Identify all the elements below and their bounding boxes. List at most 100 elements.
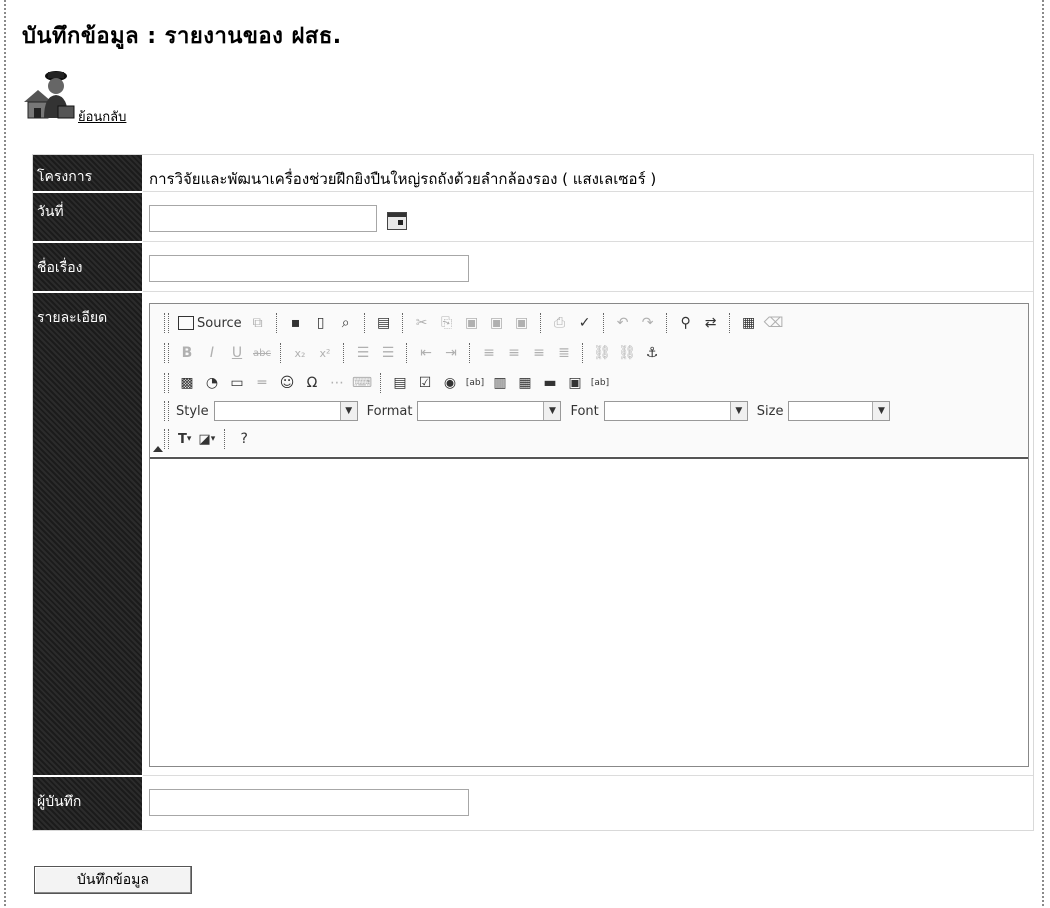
collapse-toolbar-icon[interactable] xyxy=(153,446,163,452)
superscript-icon[interactable]: x² xyxy=(314,342,336,364)
subject-label: ชื่อเรื่อง xyxy=(37,260,83,276)
hidden-field-icon[interactable]: [ab] xyxy=(589,372,611,394)
cut-icon[interactable]: ✂ xyxy=(411,312,433,334)
radio-icon[interactable]: ◉ xyxy=(439,372,461,394)
toolbar-grip xyxy=(164,429,169,449)
background-color-icon: ◪ xyxy=(198,431,211,447)
toolbar-grip xyxy=(164,313,169,333)
chevron-down-icon: ▼ xyxy=(872,402,890,420)
source-button[interactable]: Source xyxy=(176,312,244,334)
paste-icon[interactable]: ▣ xyxy=(461,312,483,334)
documents-icon[interactable]: ⧉ xyxy=(247,312,269,334)
toolbar-separator xyxy=(665,313,668,333)
copy-icon[interactable]: ⎘ xyxy=(436,312,458,334)
undo-icon[interactable]: ↶ xyxy=(612,312,634,334)
toolbar-grip xyxy=(164,401,169,421)
bulleted-list-icon[interactable]: ☰ xyxy=(377,342,399,364)
back-link[interactable]: ย้อนกลับ xyxy=(78,106,126,127)
back-home-icon[interactable] xyxy=(22,68,80,124)
indent-icon[interactable]: ⇥ xyxy=(440,342,462,364)
toolbar-separator xyxy=(275,313,278,333)
toolbar-row-5: T ▾ ◪ ▾ ? xyxy=(164,426,255,452)
text-color-button[interactable]: T ▾ xyxy=(176,428,193,450)
preview-icon[interactable]: ⌕ xyxy=(335,312,357,334)
justify-icon[interactable]: ≣ xyxy=(553,342,575,364)
toolbar-separator xyxy=(469,343,471,363)
help-icon[interactable]: ? xyxy=(233,428,255,450)
paste-word-icon[interactable]: ▣ xyxy=(511,312,533,334)
date-input[interactable] xyxy=(149,205,377,232)
unlink-icon[interactable]: ⛓ xyxy=(616,342,638,364)
flash-icon[interactable]: ◔ xyxy=(201,372,223,394)
toolbar-separator xyxy=(406,343,408,363)
remove-format-icon[interactable]: ⌫ xyxy=(763,312,785,334)
toolbar-grip xyxy=(164,343,169,363)
bold-icon[interactable]: B xyxy=(176,342,198,364)
details-label: รายละเอียด xyxy=(37,310,108,326)
select-field-icon[interactable]: ▦ xyxy=(514,372,536,394)
save-icon[interactable]: ▪ xyxy=(285,312,307,334)
paste-text-icon[interactable]: ▣ xyxy=(486,312,508,334)
link-icon[interactable]: ⛓ xyxy=(591,342,613,364)
button-field-icon[interactable]: ▬ xyxy=(539,372,561,394)
align-left-icon[interactable]: ≡ xyxy=(478,342,500,364)
special-char-icon[interactable]: Ω xyxy=(301,372,323,394)
horizontal-rule-icon[interactable]: ═ xyxy=(251,372,273,394)
back-area: ย้อนกลับ xyxy=(22,68,222,126)
row-divider xyxy=(33,775,143,777)
find-icon[interactable]: ⚲ xyxy=(675,312,697,334)
checkbox-icon[interactable]: ☑ xyxy=(414,372,436,394)
universal-key-icon[interactable]: ⌨ xyxy=(351,372,373,394)
font-select[interactable]: ▼ xyxy=(603,401,748,421)
date-label: วันที่ xyxy=(37,204,64,220)
size-select[interactable]: ▼ xyxy=(788,401,891,421)
anchor-icon[interactable]: ⚓ xyxy=(641,342,663,364)
align-center-icon[interactable]: ≡ xyxy=(503,342,525,364)
save-button[interactable]: บันทึกข้อมูล xyxy=(34,866,192,894)
image-button-icon[interactable]: ▣ xyxy=(564,372,586,394)
align-right-icon[interactable]: ≡ xyxy=(528,342,550,364)
row-divider xyxy=(143,191,1033,192)
underline-icon[interactable]: U xyxy=(226,342,248,364)
textarea-icon[interactable]: ▥ xyxy=(489,372,511,394)
outdent-icon[interactable]: ⇤ xyxy=(415,342,437,364)
subscript-icon[interactable]: x₂ xyxy=(289,342,311,364)
size-label: Size xyxy=(756,403,784,419)
toolbar-row-4: Style ▼ Format ▼ Font ▼ Size ▼ xyxy=(164,398,896,424)
editor-content-area[interactable] xyxy=(150,460,1028,766)
templates-icon[interactable]: ▤ xyxy=(373,312,395,334)
form-icon[interactable]: ▤ xyxy=(389,372,411,394)
toolbar-separator xyxy=(728,313,731,333)
toolbar-row-1: Source ⧉ ▪ ▯ ⌕ ▤ ✂ ⎘ ▣ ▣ ▣ ⎙ ✓ ↶ ↷ ⚲ ⇄ ▦… xyxy=(164,310,785,336)
smiley-icon[interactable]: ☺ xyxy=(276,372,298,394)
calendar-icon[interactable] xyxy=(387,212,407,230)
spellcheck-icon[interactable]: ✓ xyxy=(574,312,596,334)
text-color-icon: T xyxy=(178,431,187,447)
table-icon[interactable]: ▭ xyxy=(226,372,248,394)
numbered-list-icon[interactable]: ☰ xyxy=(352,342,374,364)
project-value: การวิจัยและพัฒนาเครื่องช่วยฝึกยิงปืนใหญ่… xyxy=(149,170,657,188)
recorder-input[interactable] xyxy=(149,789,469,816)
print-icon[interactable]: ⎙ xyxy=(549,312,571,334)
background-color-button[interactable]: ◪ ▾ xyxy=(196,428,217,450)
chevron-down-icon: ▼ xyxy=(543,402,561,420)
style-select[interactable]: ▼ xyxy=(213,401,358,421)
strikethrough-icon[interactable]: abc xyxy=(251,342,273,364)
new-page-icon[interactable]: ▯ xyxy=(310,312,332,334)
toolbar-grip xyxy=(164,373,169,393)
toolbar-row-3: ▩ ◔ ▭ ═ ☺ Ω ⋯ ⌨ ▤ ☑ ◉ [ab] ▥ ▦ ▬ ▣ [ab] xyxy=(164,370,611,396)
recorder-label: ผู้บันทึก xyxy=(37,794,82,810)
page-break-icon[interactable]: ⋯ xyxy=(326,372,348,394)
image-icon[interactable]: ▩ xyxy=(176,372,198,394)
toolbar-separator xyxy=(582,343,584,363)
subject-input[interactable] xyxy=(149,255,469,282)
select-all-icon[interactable]: ▦ xyxy=(738,312,760,334)
redo-icon[interactable]: ↷ xyxy=(637,312,659,334)
replace-icon[interactable]: ⇄ xyxy=(700,312,722,334)
toolbar-separator xyxy=(363,313,366,333)
style-label: Style xyxy=(176,403,209,419)
text-field-icon[interactable]: [ab] xyxy=(464,372,486,394)
format-select[interactable]: ▼ xyxy=(417,401,562,421)
italic-icon[interactable]: I xyxy=(201,342,223,364)
toolbar-row-2: B I U abc x₂ x² ☰ ☰ ⇤ ⇥ ≡ ≡ ≡ ≣ ⛓ ⛓ ⚓ xyxy=(164,340,663,366)
